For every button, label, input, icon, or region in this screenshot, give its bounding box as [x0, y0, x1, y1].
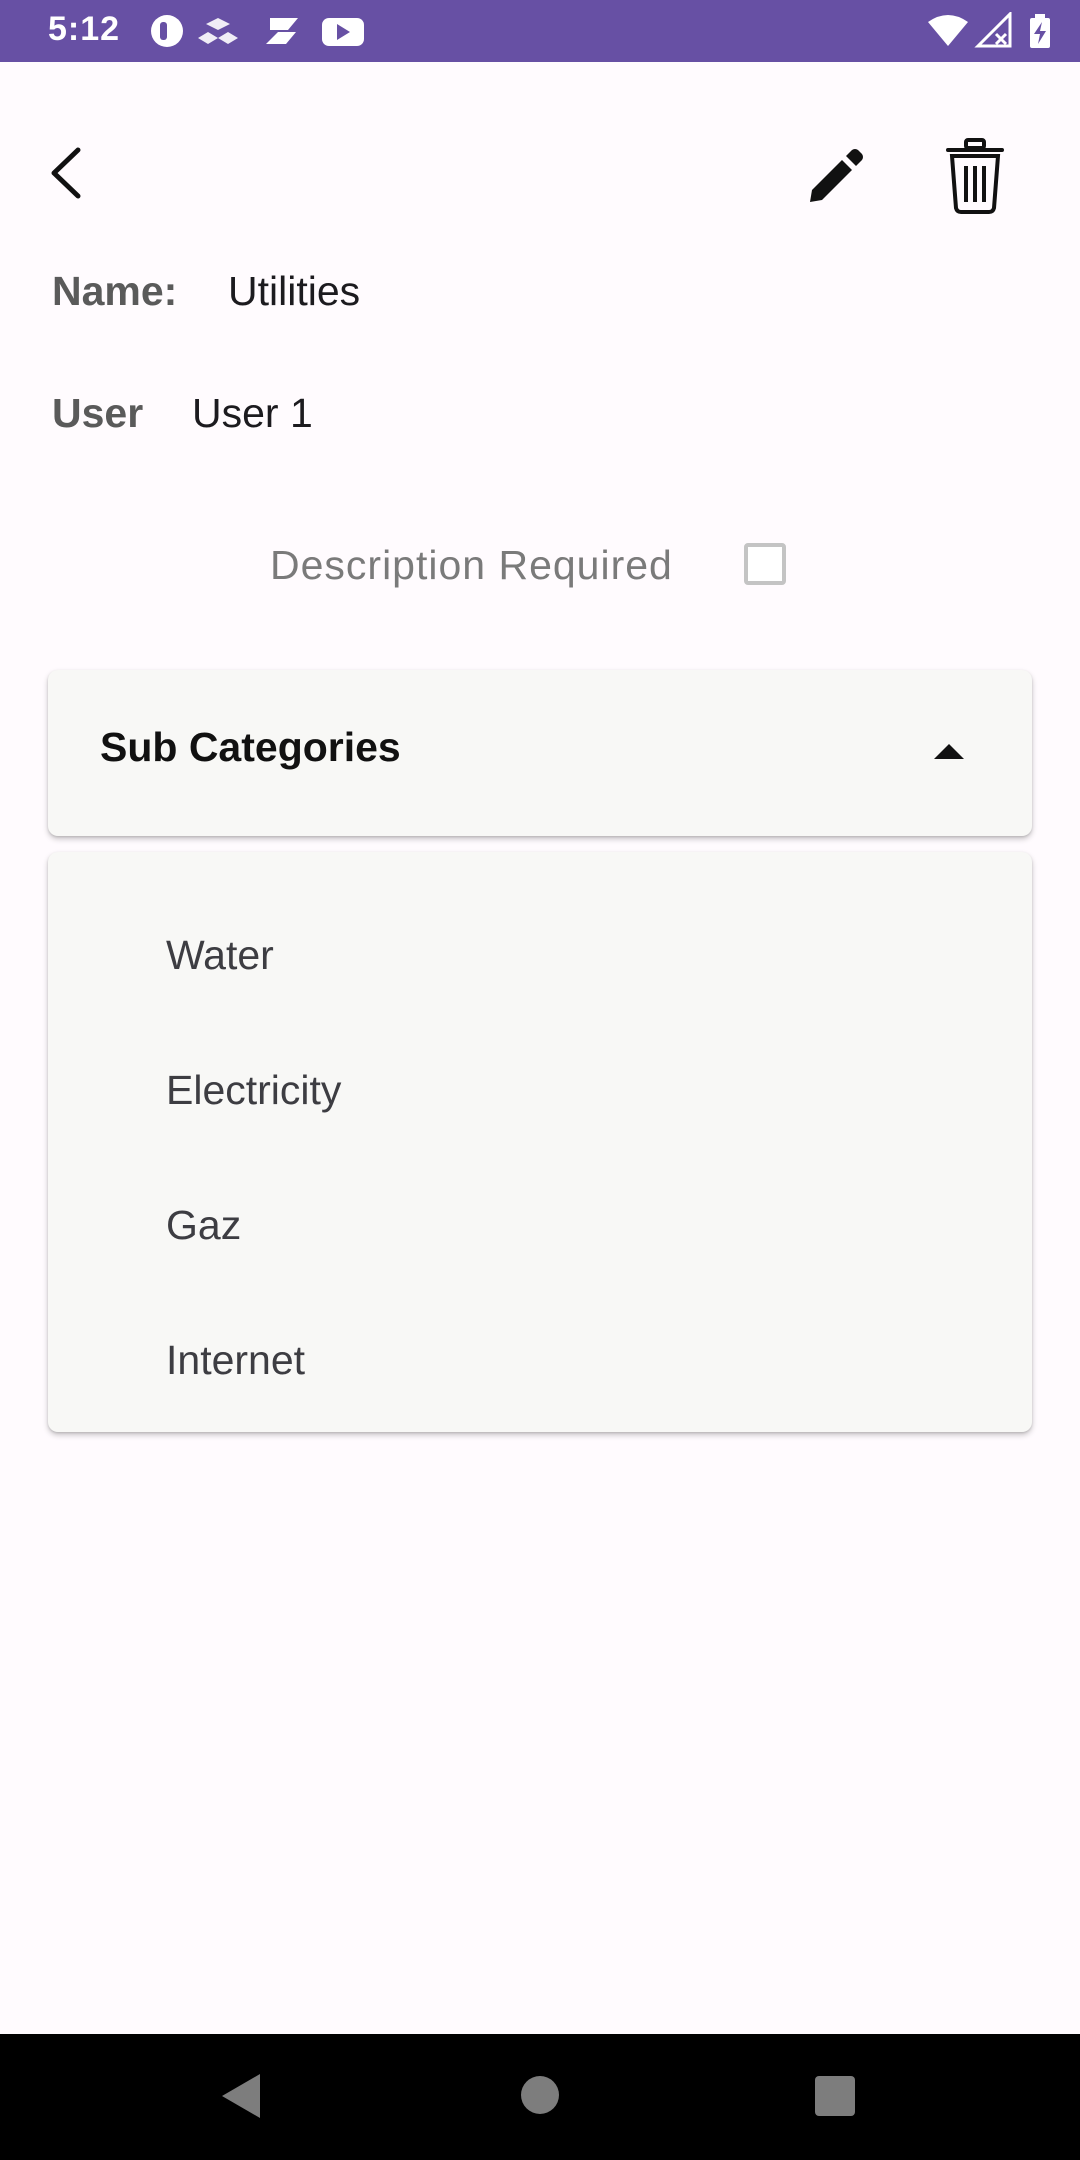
list-item-gaz[interactable]: Gaz: [166, 1202, 241, 1249]
notification-icons: [151, 15, 364, 47]
stack-icon: [266, 18, 298, 44]
sub-categories-title: Sub Categories: [100, 724, 401, 770]
user-value: User 1: [192, 390, 313, 436]
list-item-internet[interactable]: Internet: [166, 1337, 305, 1384]
list-item-electricity[interactable]: Electricity: [166, 1067, 341, 1114]
nav-back-icon[interactable]: [222, 2074, 260, 2118]
sub-categories-header[interactable]: Sub Categories: [48, 670, 1032, 836]
trash-icon: [946, 138, 1004, 214]
status-time: 5:12: [48, 10, 121, 48]
nav-home-icon[interactable]: [521, 2076, 559, 2114]
pill-icon: [151, 15, 183, 47]
edit-button[interactable]: [800, 140, 870, 210]
signal-off-icon: [974, 12, 1012, 48]
name-value: Utilities: [228, 268, 361, 314]
collapse-arrow-icon[interactable]: [934, 744, 964, 759]
delete-button[interactable]: [940, 136, 1010, 216]
list-item-water[interactable]: Water: [166, 932, 274, 979]
description-required-label: Description Required: [270, 542, 673, 588]
cube-icon: [198, 18, 238, 44]
navigation-bar: [0, 2034, 1080, 2160]
youtube-icon: [322, 18, 364, 46]
battery-charging-icon: [1030, 14, 1050, 48]
chevron-left-icon: [51, 147, 81, 199]
back-button[interactable]: [40, 138, 100, 208]
wifi-icon: [928, 15, 968, 46]
system-icons: [928, 12, 1050, 48]
pencil-icon: [810, 149, 863, 202]
user-label: User: [52, 390, 144, 436]
status-bar: 5:12: [0, 0, 1080, 62]
name-label: Name:: [52, 268, 178, 314]
nav-recents-icon[interactable]: [815, 2076, 855, 2116]
sub-categories-list: Water Electricity Gaz Internet: [48, 852, 1032, 1432]
description-required-checkbox[interactable]: [744, 543, 786, 585]
